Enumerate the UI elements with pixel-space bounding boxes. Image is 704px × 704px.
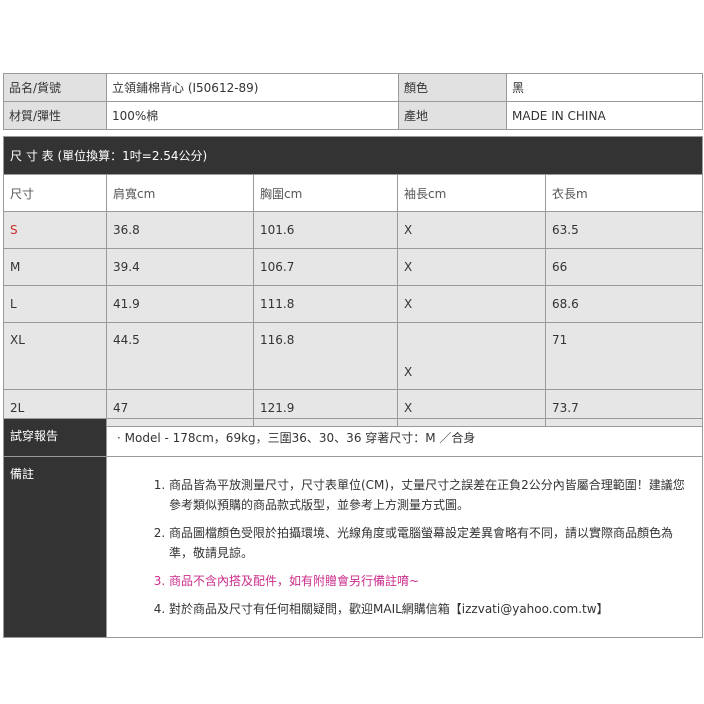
- origin-value: MADE IN CHINA: [506, 101, 703, 130]
- size-row-xl: XL 44.5 116.8 X 71: [3, 322, 703, 390]
- length-cell: 66: [545, 248, 703, 286]
- length-cell: 68.6: [545, 285, 703, 323]
- remark-item: 商品圖檔顏色受限於拍攝環境、光線角度或電腦螢幕設定差異會略有不同，請以實際商品顏…: [169, 523, 692, 563]
- color-label: 顏色: [398, 73, 507, 102]
- header-chest: 胸圍cm: [253, 174, 398, 212]
- color-value: 黑: [506, 73, 703, 102]
- fit-report-row: 試穿報告 · Model - 178cm，69kg，三圍36、30、36 穿著尺…: [3, 418, 703, 457]
- remark-item: 商品皆為平放測量尺寸，尺寸表單位(CM)，丈量尺寸之誤差在正負2公分內皆屬合理範…: [169, 475, 692, 515]
- remarks-label: 備註: [3, 456, 107, 638]
- remarks-row: 備註 商品皆為平放測量尺寸，尺寸表單位(CM)，丈量尺寸之誤差在正負2公分內皆屬…: [3, 456, 703, 638]
- size-table-header-row: 尺寸 肩寬cm 胸圍cm 袖長cm 衣長m: [3, 174, 703, 212]
- material-value: 100%棉: [106, 101, 399, 130]
- sleeve-cell: X: [397, 322, 546, 390]
- origin-label: 產地: [398, 101, 507, 130]
- product-name-value: 立領鋪棉背心 (I50612-89): [106, 73, 399, 102]
- size-table: 尺 寸 表 (單位換算：1吋=2.54公分) 尺寸 肩寬cm 胸圍cm 袖長cm…: [3, 136, 703, 427]
- material-label: 材質/彈性: [3, 101, 107, 130]
- shoulder-cell: 41.9: [106, 285, 254, 323]
- length-cell: 71: [545, 322, 703, 390]
- chest-cell: 111.8: [253, 285, 398, 323]
- header-length: 衣長m: [545, 174, 703, 212]
- remark-item-highlight: 商品不含內搭及配件，如有附贈會另行備註唷~: [169, 571, 692, 591]
- size-table-title-row: 尺 寸 表 (單位換算：1吋=2.54公分): [3, 136, 703, 175]
- size-row-m: M 39.4 106.7 X 66: [3, 248, 703, 286]
- sleeve-cell: X: [397, 211, 546, 249]
- shoulder-cell: 44.5: [106, 322, 254, 390]
- shoulder-cell: 36.8: [106, 211, 254, 249]
- fit-report-label: 試穿報告: [3, 418, 107, 457]
- chest-cell: 116.8: [253, 322, 398, 390]
- header-size: 尺寸: [3, 174, 107, 212]
- size-cell: M: [3, 248, 107, 286]
- remark-item: 對於商品及尺寸有任何相關疑問，歡迎MAIL網購信箱【izzvati@yahoo.…: [169, 599, 692, 619]
- notes-table: 試穿報告 · Model - 178cm，69kg，三圍36、30、36 穿著尺…: [3, 418, 703, 638]
- size-cell: XL: [3, 322, 107, 390]
- size-row-l: L 41.9 111.8 X 68.6: [3, 285, 703, 323]
- info-row: 品名/貨號 立領鋪棉背心 (I50612-89) 顏色 黑: [3, 73, 703, 102]
- info-row: 材質/彈性 100%棉 產地 MADE IN CHINA: [3, 101, 703, 130]
- remarks-content: 商品皆為平放測量尺寸，尺寸表單位(CM)，丈量尺寸之誤差在正負2公分內皆屬合理範…: [106, 456, 703, 638]
- header-shoulder: 肩寬cm: [106, 174, 254, 212]
- chest-cell: 101.6: [253, 211, 398, 249]
- shoulder-cell: 39.4: [106, 248, 254, 286]
- chest-cell: 106.7: [253, 248, 398, 286]
- size-row-s: S 36.8 101.6 X 63.5: [3, 211, 703, 249]
- sleeve-cell: X: [397, 248, 546, 286]
- size-cell: S: [3, 211, 107, 249]
- header-sleeve: 袖長cm: [397, 174, 546, 212]
- remarks-list: 商品皆為平放測量尺寸，尺寸表單位(CM)，丈量尺寸之誤差在正負2公分內皆屬合理範…: [155, 475, 692, 619]
- size-cell: L: [3, 285, 107, 323]
- fit-report-text: · Model - 178cm，69kg，三圍36、30、36 穿著尺寸：M ／…: [106, 418, 703, 457]
- sleeve-cell: X: [397, 285, 546, 323]
- product-info-table: 品名/貨號 立領鋪棉背心 (I50612-89) 顏色 黑 材質/彈性 100%…: [3, 73, 703, 130]
- length-cell: 63.5: [545, 211, 703, 249]
- size-table-title: 尺 寸 表 (單位換算：1吋=2.54公分): [3, 136, 703, 175]
- product-name-label: 品名/貨號: [3, 73, 107, 102]
